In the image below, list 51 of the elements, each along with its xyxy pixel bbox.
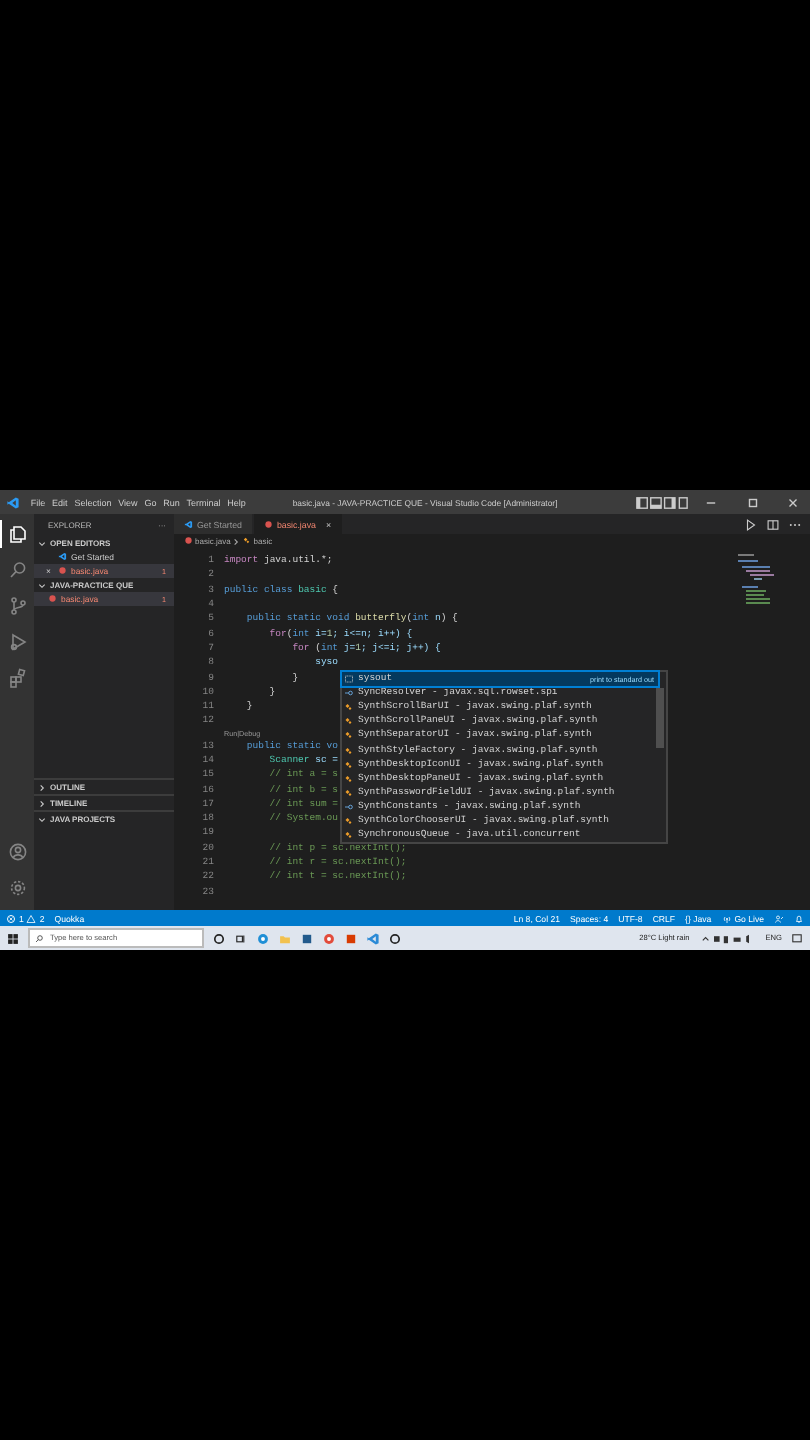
class-icon: [242, 536, 252, 546]
split-editor-icon[interactable]: [766, 517, 780, 531]
files-icon[interactable]: [8, 524, 28, 544]
snippet-icon: [344, 674, 354, 685]
browser-icon[interactable]: [256, 931, 270, 945]
start-icon[interactable]: [6, 931, 20, 945]
search-icon[interactable]: [8, 560, 28, 580]
java-file-icon: [184, 536, 193, 546]
feedback-icon[interactable]: [774, 913, 784, 923]
class-icon: [344, 759, 354, 770]
close-icon[interactable]: [786, 495, 800, 509]
class-icon: [344, 702, 354, 713]
class-icon: [344, 730, 354, 741]
editor-app-icon[interactable]: [366, 931, 380, 945]
class-icon: [344, 773, 354, 784]
maximize-icon[interactable]: [745, 495, 760, 509]
chevron-icon: [38, 539, 46, 547]
layout-icon[interactable]: [635, 495, 688, 509]
extensions-icon[interactable]: [8, 668, 28, 688]
scrollbar[interactable]: [656, 688, 664, 748]
browser-icon[interactable]: [322, 931, 336, 945]
account-icon[interactable]: [8, 842, 28, 862]
java-file-icon: [48, 594, 57, 604]
java-file-icon: [263, 519, 273, 529]
class-icon: [344, 787, 354, 798]
settings-icon[interactable]: [8, 878, 28, 898]
interface-icon: [344, 688, 354, 699]
app-icon[interactable]: [344, 931, 358, 945]
class-icon: [344, 830, 354, 841]
warning-icon: [26, 913, 37, 923]
circle-icon[interactable]: [212, 931, 226, 945]
interface-icon: [344, 801, 354, 812]
bell-icon[interactable]: [794, 913, 804, 923]
app-icon[interactable]: [300, 931, 314, 945]
java-file-icon: [58, 566, 67, 576]
notification-icon[interactable]: [790, 931, 804, 945]
error-icon: [6, 913, 16, 923]
app-logo-icon: [184, 519, 193, 529]
class-icon: [344, 745, 354, 756]
run-debug-icon[interactable]: [8, 632, 28, 652]
app-logo-icon: [6, 495, 20, 509]
class-icon: [344, 716, 354, 727]
branch-icon[interactable]: [8, 596, 28, 616]
task-view-icon[interactable]: [234, 931, 248, 945]
chevron-icon: [232, 537, 241, 545]
class-icon: [344, 815, 354, 826]
run-icon[interactable]: [744, 517, 758, 531]
circle-icon[interactable]: [388, 931, 402, 945]
broadcast-icon: [721, 913, 732, 923]
app-logo-icon: [58, 552, 67, 562]
chevron-icon: [38, 581, 46, 589]
